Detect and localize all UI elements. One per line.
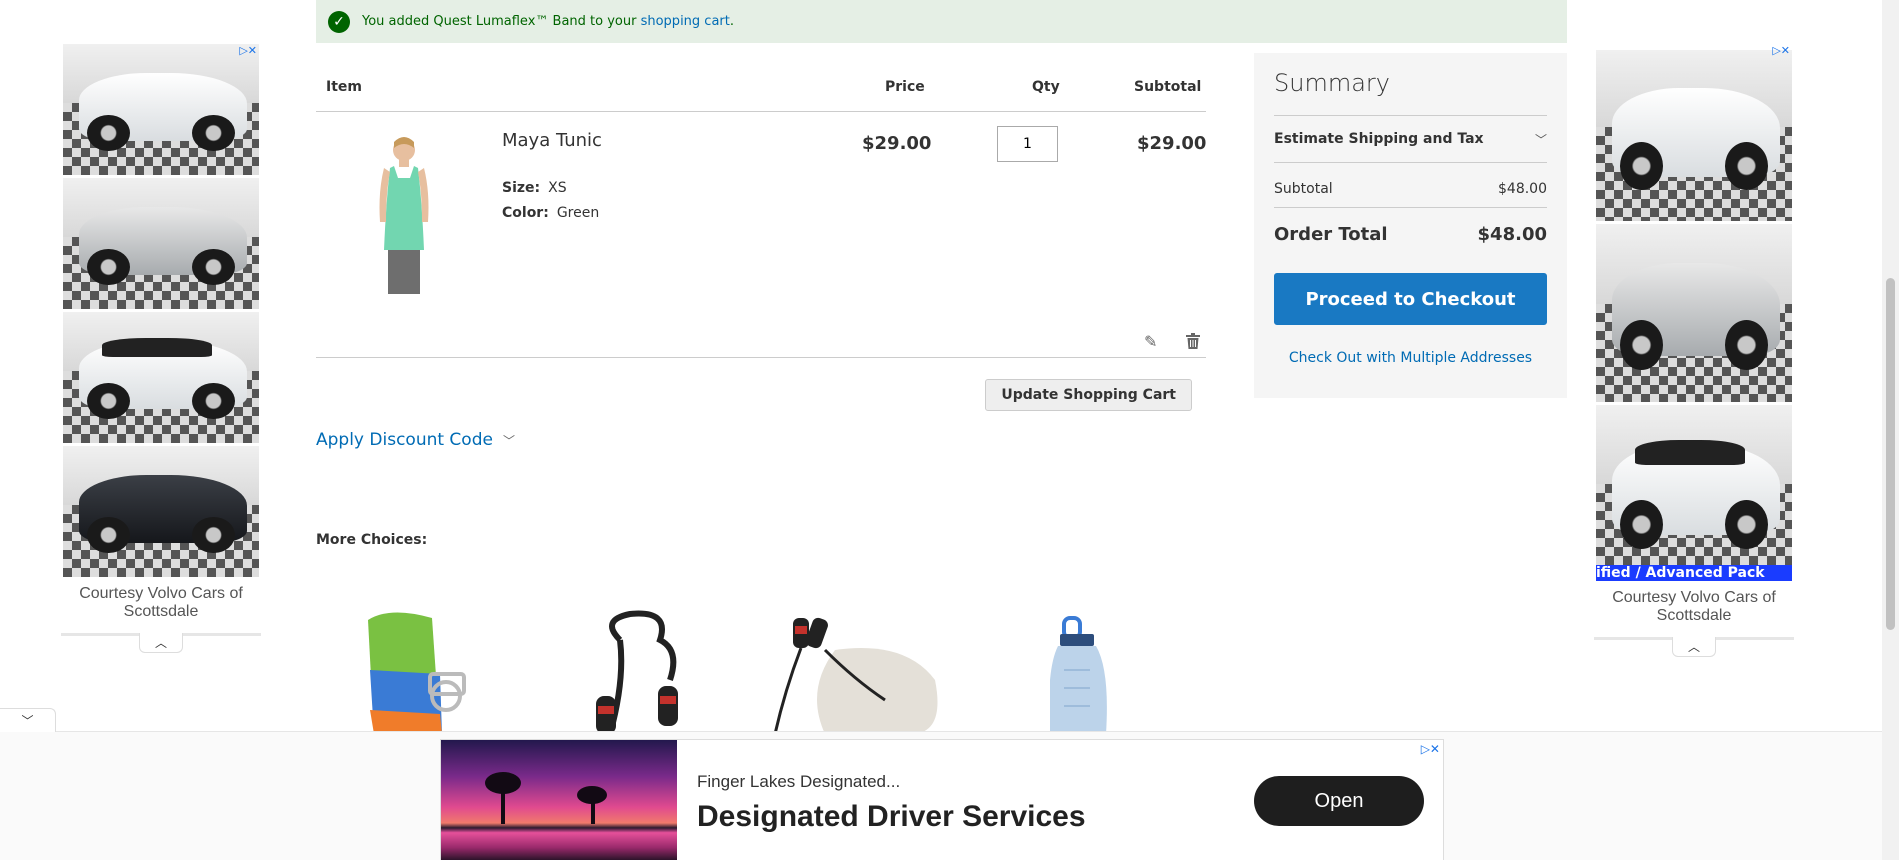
option-label: Size:	[502, 180, 541, 196]
ad-divider: ︿	[61, 633, 261, 653]
proceed-to-checkout-button[interactable]: Proceed to Checkout	[1274, 273, 1547, 325]
cart-table: Item Price Qty Subtotal Maya Tunic Size:…	[316, 52, 1206, 411]
cart-table-header: Item Price Qty Subtotal	[316, 52, 1206, 112]
ad-title: Designated Driver Services	[697, 800, 1086, 833]
car-photo[interactable]	[63, 312, 259, 443]
checkmark-icon: ✓	[328, 10, 350, 33]
shopping-cart-link[interactable]: shopping cart	[641, 14, 730, 29]
ad-image[interactable]	[441, 740, 677, 860]
product-thumbnail[interactable]	[360, 610, 490, 734]
column-item: Item	[326, 79, 362, 95]
ad-choices-icon[interactable]: ▷✕	[1421, 742, 1440, 756]
chevron-up-icon[interactable]: ︿	[1672, 637, 1716, 657]
car-photo[interactable]: ified / Advanced Pack	[1596, 405, 1792, 581]
product-thumbnail[interactable]	[1050, 610, 1120, 734]
ad-choices-icon[interactable]: ▷✕	[239, 44, 257, 57]
chevron-down-icon: ﹀	[1534, 132, 1547, 147]
ad-caption: Courtesy Volvo Cars of Scottsdale	[79, 585, 243, 620]
car-photo[interactable]	[63, 44, 259, 175]
product-thumbnail[interactable]	[765, 610, 955, 734]
bottom-anchor-ad: ﹀ Finger Lakes Designated... Designated …	[0, 708, 1882, 860]
column-subtotal: Subtotal	[1134, 79, 1202, 95]
anchor-ad-card[interactable]: Finger Lakes Designated... Designated Dr…	[440, 739, 1444, 860]
scrollbar-thumb[interactable]	[1886, 278, 1895, 630]
ad-banner-text: ified / Advanced Pack	[1596, 565, 1792, 581]
chevron-up-icon[interactable]: ︿	[139, 633, 183, 653]
scrollbar[interactable]	[1882, 0, 1899, 860]
subtotal-value: $48.00	[1498, 181, 1547, 197]
ad-choices-icon[interactable]: ▷✕	[1772, 44, 1790, 57]
page: ✓ You added Quest Lumaflex™ Band to your…	[0, 0, 1899, 860]
column-qty: Qty	[1032, 79, 1060, 95]
apply-discount-toggle[interactable]: Apply Discount Code ﹀	[316, 430, 515, 450]
product-thumbnail[interactable]	[570, 610, 705, 734]
summary-subtotal-row: Subtotal $48.00	[1274, 181, 1547, 197]
estimate-label: Estimate Shipping and Tax	[1274, 131, 1484, 147]
multiple-addresses-link[interactable]: Check Out with Multiple Addresses	[1274, 350, 1547, 366]
ad-subtitle: Finger Lakes Designated...	[697, 772, 901, 791]
order-total-row: Order Total $48.00	[1274, 207, 1547, 245]
car-photo[interactable]	[1596, 224, 1792, 402]
pencil-icon[interactable]: ✎	[1144, 332, 1157, 351]
product-options: Size: XS Color: Green	[502, 176, 599, 226]
chevron-down-icon: ﹀	[502, 434, 515, 448]
product-image[interactable]	[364, 132, 444, 297]
product-name[interactable]: Maya Tunic	[502, 130, 602, 151]
item-price: $29.00	[862, 133, 932, 154]
option-value: XS	[548, 180, 567, 196]
option-label: Color:	[502, 205, 549, 221]
ad-open-button[interactable]: Open	[1254, 776, 1424, 826]
summary-title: Summary	[1274, 69, 1390, 97]
column-price: Price	[885, 79, 925, 95]
car-photo[interactable]	[63, 446, 259, 577]
trash-icon[interactable]	[1186, 333, 1200, 349]
cart-item-row: Maya Tunic Size: XS Color: Green $29.00 $2…	[316, 112, 1206, 358]
order-summary: Summary Estimate Shipping and Tax ﹀ Subt…	[1254, 53, 1567, 398]
success-text: You added Quest Lumaflex™ Band to your s…	[362, 14, 734, 29]
success-message: ✓ You added Quest Lumaflex™ Band to your…	[316, 0, 1567, 43]
item-subtotal: $29.00	[1137, 133, 1207, 154]
option-value: Green	[556, 205, 600, 221]
more-choices-heading: More Choices:	[316, 532, 428, 548]
chevron-down-icon[interactable]: ﹀	[0, 708, 56, 732]
qty-input[interactable]	[997, 126, 1058, 162]
ad-caption: Courtesy Volvo Cars of Scottsdale	[1612, 589, 1776, 624]
update-cart-button[interactable]: Update Shopping Cart	[985, 379, 1192, 411]
ad-divider: ︿	[1594, 637, 1794, 657]
estimate-shipping-toggle[interactable]: Estimate Shipping and Tax ﹀	[1274, 115, 1547, 163]
order-total-label: Order Total	[1274, 224, 1388, 245]
car-photo[interactable]	[1596, 50, 1792, 221]
subtotal-label: Subtotal	[1274, 181, 1333, 197]
left-side-ad[interactable]: ▷✕ Courtesy Volvo Cars of Scottsdale ︿	[61, 44, 261, 653]
car-photo[interactable]	[63, 178, 259, 309]
right-side-ad[interactable]: ▷✕ ified / Advanced Pack Courtesy Volvo …	[1594, 44, 1794, 657]
order-total-value: $48.00	[1477, 224, 1547, 245]
discount-label: Apply Discount Code	[316, 430, 493, 450]
